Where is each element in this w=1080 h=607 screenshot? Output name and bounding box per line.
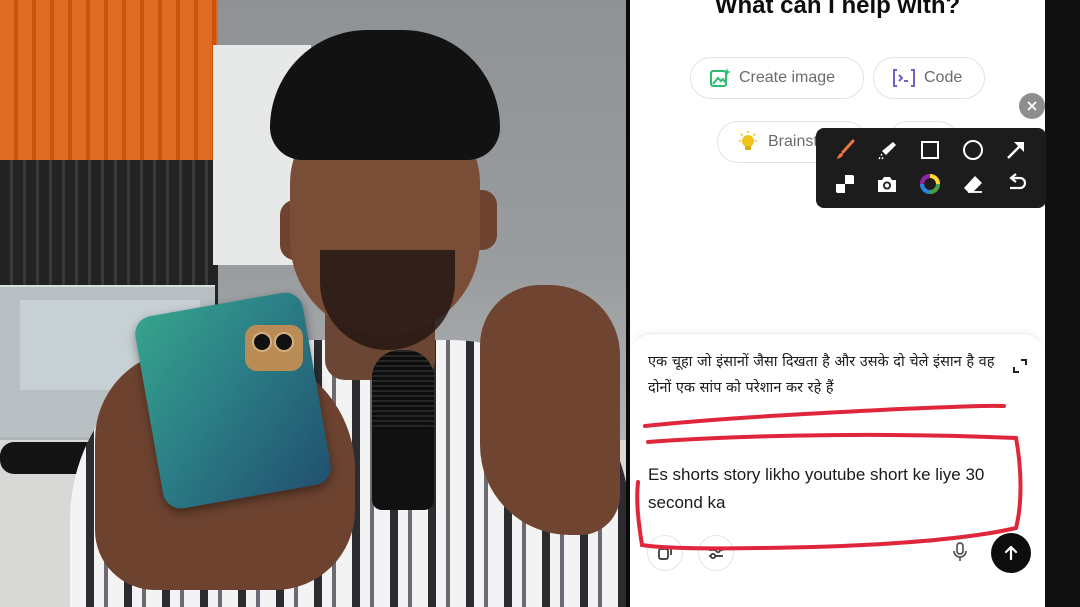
camera-tool[interactable]: [873, 170, 901, 198]
circle-icon: [963, 140, 983, 160]
screen-edge: [1045, 0, 1080, 607]
image-sparkle-icon: [710, 68, 731, 87]
hindi-prompt-text: एक चूहा जो इंसानों जैसा दिखता है और उसके…: [648, 354, 995, 396]
mosaic-icon: [836, 175, 854, 193]
arrow-up-icon: [1004, 545, 1018, 561]
highlighter-icon: [878, 142, 896, 160]
chat-app-screen: What can I help with? Create image Code …: [630, 0, 1045, 607]
tools-button[interactable]: [698, 535, 734, 571]
rectangle-icon: [921, 141, 939, 159]
close-icon: [1027, 101, 1037, 111]
eraser-icon: [964, 176, 982, 193]
voice-input-button[interactable]: [943, 535, 977, 569]
color-picker-tool[interactable]: [916, 170, 944, 198]
code-button[interactable]: Code: [873, 57, 985, 99]
undo-icon: [1009, 173, 1027, 190]
attach-button[interactable]: [647, 535, 683, 571]
close-annotation-button[interactable]: [1019, 93, 1045, 119]
sliders-icon: [709, 546, 723, 560]
microphone-icon: [953, 542, 967, 561]
brush-tool[interactable]: [831, 136, 859, 164]
attach-icon: [658, 546, 672, 560]
brush-icon: [837, 139, 855, 159]
code-label: Code: [924, 69, 963, 86]
english-prompt-text: Es shorts story likho youtube short ke l…: [648, 465, 985, 512]
undo-tool[interactable]: [1002, 170, 1030, 198]
annotation-toolbar: [816, 128, 1046, 208]
color-wheel-icon: [920, 174, 940, 194]
smartphone: [132, 289, 334, 512]
send-button[interactable]: [991, 533, 1031, 573]
webcam-feed: [0, 0, 630, 607]
message-composer[interactable]: एक चूहा जो इंसानों जैसा दिखता है और उसके…: [630, 333, 1045, 607]
microphone-grill: [372, 350, 434, 430]
create-image-label: Create image: [739, 69, 836, 86]
expand-icon[interactable]: [1012, 358, 1028, 374]
code-terminal-icon: [893, 69, 915, 87]
phone-lens: [274, 332, 294, 352]
person-right-hand: [480, 285, 620, 535]
lightbulb-icon: [739, 131, 757, 150]
create-image-button[interactable]: Create image: [690, 57, 864, 99]
rectangle-tool[interactable]: [916, 136, 944, 164]
circle-tool[interactable]: [959, 136, 987, 164]
page-title: What can I help with?: [714, 0, 961, 19]
arrow-tool[interactable]: [1002, 136, 1030, 164]
phone-lens: [252, 332, 272, 352]
orange-acoustic-panel: [0, 0, 218, 160]
mosaic-tool[interactable]: [831, 170, 859, 198]
eraser-tool[interactable]: [959, 170, 987, 198]
camera-icon: [878, 177, 896, 192]
arrow-icon: [1007, 142, 1024, 159]
highlighter-tool[interactable]: [873, 136, 901, 164]
